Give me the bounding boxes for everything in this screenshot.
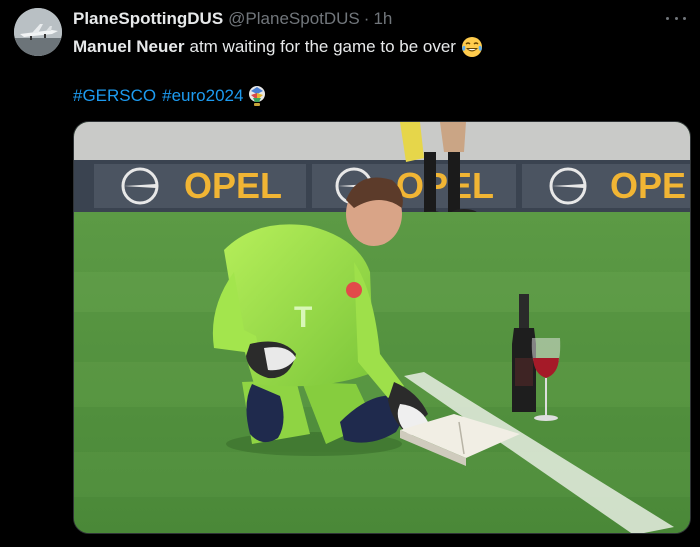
- face-with-tears-of-joy-icon: [461, 36, 483, 58]
- timestamp[interactable]: 1h: [373, 9, 392, 29]
- tweet-media-photo[interactable]: OPEL OPEL OPE T: [73, 121, 691, 534]
- more-options-icon[interactable]: [666, 12, 686, 24]
- avatar[interactable]: [14, 8, 62, 56]
- separator-dot: ·: [363, 9, 370, 28]
- hashtag-link[interactable]: #GERSCO: [73, 86, 156, 106]
- tweet-text-body: atm waiting for the game to be over: [189, 37, 456, 56]
- more-dot: [683, 16, 686, 20]
- euro2024-trophy-icon: [247, 85, 267, 107]
- more-dot: [666, 16, 669, 20]
- tweet-text: Manuel Neuer atm waiting for the game to…: [73, 36, 483, 58]
- display-name[interactable]: PlaneSpottingDUS: [73, 9, 223, 29]
- more-dot: [674, 16, 678, 20]
- ad-board-text: OPE: [610, 165, 686, 206]
- svg-text:T: T: [294, 301, 312, 334]
- tweet-text-bold: Manuel Neuer: [73, 37, 185, 56]
- tweet[interactable]: PlaneSpottingDUS @PlaneSpotDUS · 1h Manu…: [0, 0, 700, 547]
- tweet-header: PlaneSpottingDUS @PlaneSpotDUS · 1h: [73, 9, 392, 29]
- user-handle[interactable]: @PlaneSpotDUS: [228, 9, 360, 29]
- hashtags: #GERSCO #euro2024: [73, 85, 267, 107]
- ad-board-text: OPEL: [184, 165, 282, 206]
- ad-board-text: OPEL: [396, 165, 494, 206]
- hashtag-link[interactable]: #euro2024: [162, 86, 243, 106]
